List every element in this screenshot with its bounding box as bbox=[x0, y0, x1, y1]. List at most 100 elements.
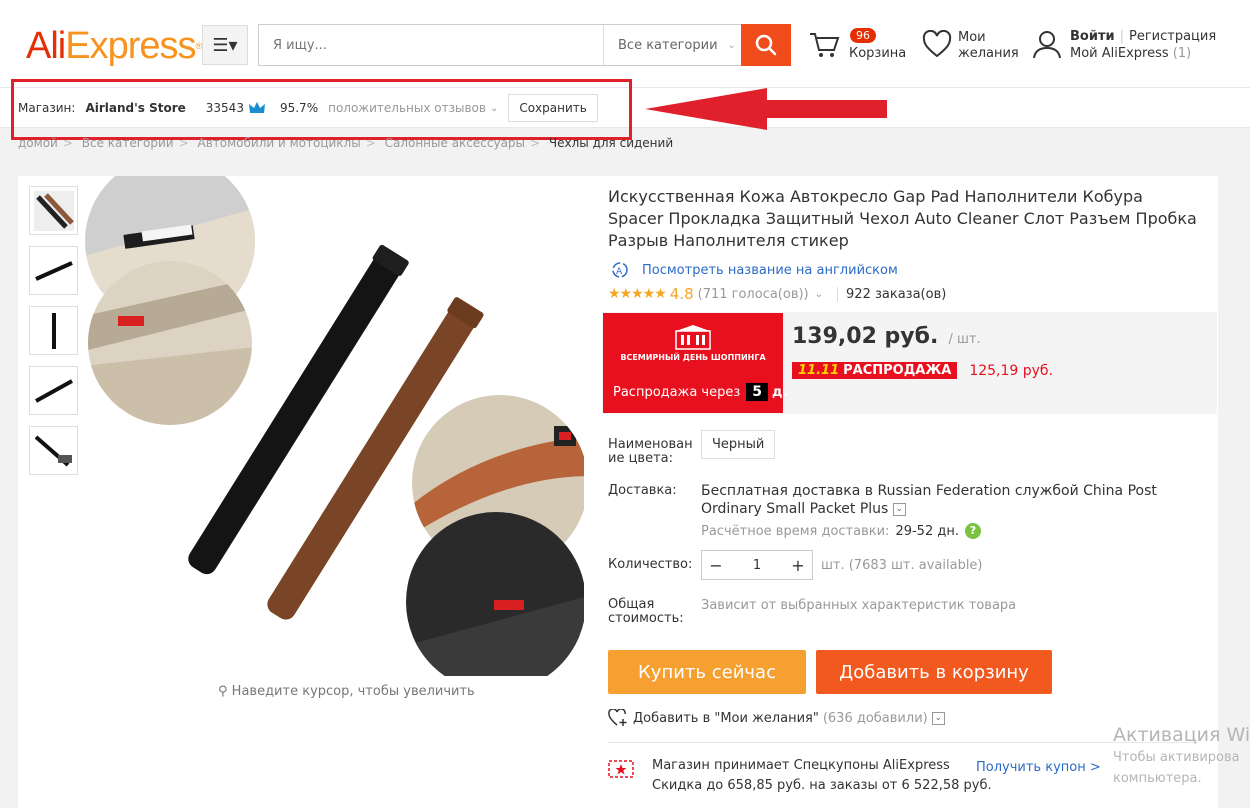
windows-activation-watermark: Активация Wi Чтобы активирова компьютера… bbox=[1113, 724, 1250, 788]
product-title: Искусственная Кожа Автокресло Gap Pad На… bbox=[608, 187, 1197, 250]
my-account-link[interactable]: Мой AliExpress bbox=[1070, 46, 1169, 61]
add-wishlist-text: Добавить в "Мои желания" bbox=[633, 710, 819, 726]
promo-countdown: Распродажа через 5 д. bbox=[613, 383, 787, 401]
rating-row: ★★★★★ 4.8 (711 голоса(ов)) ⌄ 922 заказа(… bbox=[608, 285, 946, 303]
register-link[interactable]: Регистрация bbox=[1129, 29, 1216, 44]
translate-icon: A bbox=[612, 262, 628, 278]
sale-price-row: 11.11 РАСПРОДАЖА 125,19 руб. bbox=[792, 362, 1053, 379]
watermark-line-2: Чтобы активирова bbox=[1113, 750, 1240, 765]
chevron-down-icon: ⌄ bbox=[814, 288, 824, 300]
product-gallery: ⚲ Наведите курсор, чтобы увеличить bbox=[18, 176, 588, 808]
aliexpress-logo[interactable]: AliExpress® bbox=[26, 24, 202, 68]
my-account-count: (1) bbox=[1172, 46, 1192, 61]
minus-icon[interactable]: − bbox=[702, 556, 730, 575]
breadcrumb-home[interactable]: домой bbox=[18, 136, 58, 150]
cart-icon bbox=[810, 33, 840, 57]
heart-plus-icon bbox=[608, 709, 627, 726]
cart-link[interactable]: 96 Корзина bbox=[808, 26, 908, 66]
quantity-input[interactable]: 1 bbox=[730, 558, 784, 573]
countdown-unit: д. bbox=[772, 384, 788, 400]
wishlist-label: Мои желания bbox=[958, 30, 1019, 61]
shipping-via: службой bbox=[1014, 483, 1079, 499]
gallery-thumbnail[interactable] bbox=[29, 366, 78, 415]
rating-score: 4.8 bbox=[669, 285, 694, 303]
shipping-country[interactable]: Russian Federation bbox=[877, 483, 1010, 499]
add-to-cart-button[interactable]: Добавить в корзину bbox=[816, 650, 1052, 694]
category-menu-button[interactable]: ☰▾ bbox=[202, 25, 248, 65]
total-label: Общая стоимость: bbox=[608, 597, 684, 626]
translate-title-link[interactable]: A Посмотреть название на английском bbox=[608, 261, 898, 279]
cart-count-badge: 96 bbox=[850, 28, 876, 43]
eleven-eleven-logo bbox=[675, 325, 711, 350]
countdown-label: Распродажа через bbox=[613, 384, 741, 400]
wishlist-count: (636 добавили) bbox=[822, 710, 928, 726]
category-select-value: Все категории bbox=[618, 37, 718, 53]
price-per-unit: / шт. bbox=[948, 332, 981, 347]
product-info-panel: Искусственная Кожа Автокресло Gap Pad На… bbox=[588, 176, 1218, 808]
shipping-label: Доставка: bbox=[608, 483, 677, 498]
gallery-thumbnail[interactable] bbox=[29, 186, 78, 235]
quantity-stepper: − 1 + bbox=[701, 550, 813, 580]
orders-count: 922 заказа(ов) bbox=[837, 286, 946, 302]
star-rating: ★★★★★ bbox=[608, 286, 667, 302]
annotation-arrow bbox=[645, 88, 887, 130]
sale-price: 125,19 руб. bbox=[969, 362, 1054, 379]
help-icon[interactable]: ? bbox=[964, 523, 981, 539]
shipping-info: Бесплатная доставка в Russian Federation… bbox=[701, 482, 1201, 518]
gallery-thumbnail[interactable] bbox=[29, 306, 78, 355]
gallery-thumbnail[interactable] bbox=[29, 246, 78, 295]
coupon-title: Магазин принимает Спецкупоны AliExpress bbox=[652, 758, 950, 773]
translate-link-text: Посмотреть название на английском bbox=[642, 262, 898, 278]
get-coupon-link[interactable]: Получить купон > bbox=[976, 760, 1101, 775]
login-link[interactable]: Войти bbox=[1070, 29, 1115, 44]
svg-text:A: A bbox=[616, 267, 623, 277]
cart-label: Корзина bbox=[849, 46, 907, 61]
breadcrumb: домой > Все категории > Автомобили и мотоц… bbox=[18, 136, 674, 150]
divider bbox=[608, 742, 1198, 743]
chevron-down-icon[interactable]: ⌄ bbox=[931, 711, 945, 725]
wishlist-link[interactable]: Мои желания bbox=[922, 29, 1019, 62]
delivery-estimate: Расчётное время доставки: 29-52 дн. ? bbox=[701, 523, 981, 539]
countdown-value: 5 bbox=[746, 383, 769, 401]
rating-votes-link[interactable]: (711 голоса(ов)) bbox=[698, 287, 809, 302]
color-label: Наименован ие цвета: bbox=[608, 437, 693, 466]
quantity-label: Количество: bbox=[608, 557, 693, 572]
coupon-icon bbox=[608, 760, 634, 778]
breadcrumb-auto[interactable]: Автомобили и мотоциклы bbox=[198, 136, 361, 150]
search-input[interactable] bbox=[259, 25, 603, 65]
zoom-hint-text: Наведите курсор, чтобы увеличить bbox=[231, 684, 475, 699]
breadcrumb-interior[interactable]: Салонные аксессуары bbox=[385, 136, 525, 150]
main-price: 139,02 руб. bbox=[792, 324, 939, 349]
gallery-thumbnail[interactable] bbox=[29, 426, 78, 475]
search-icon bbox=[755, 34, 777, 56]
watermark-line-3: компьютера. bbox=[1113, 771, 1202, 786]
search-button[interactable] bbox=[741, 24, 791, 66]
sale-tag-text: РАСПРОДАЖА bbox=[843, 363, 952, 378]
shipping-dropdown-icon[interactable]: ⌄ bbox=[892, 502, 906, 516]
color-option-black[interactable]: Черный bbox=[701, 430, 776, 459]
watermark-line-1: Активация Wi bbox=[1113, 724, 1250, 746]
account-area: Войти | Регистрация Мой AliExpress (1) bbox=[1032, 29, 1216, 63]
annotation-highlight-box bbox=[11, 79, 632, 140]
site-header: AliExpress® ☰▾ Все категории ⌄ 96 Корзина… bbox=[0, 0, 1250, 88]
promo-banner[interactable]: ВСЕМИРНЫЙ ДЕНЬ ШОППИНГА Распродажа через… bbox=[603, 313, 787, 413]
price: 139,02 руб. / шт. bbox=[792, 324, 981, 349]
sale-tag: 11.11 РАСПРОДАЖА bbox=[792, 362, 958, 379]
heart-icon bbox=[922, 29, 952, 58]
magnifier-icon: ⚲ bbox=[218, 684, 228, 699]
breadcrumb-all-categories[interactable]: Все категории bbox=[82, 136, 174, 150]
user-icon bbox=[1033, 31, 1061, 59]
category-select[interactable]: Все категории ⌄ bbox=[603, 25, 741, 65]
breadcrumb-seat-covers: Чехлы для сидений bbox=[548, 136, 674, 150]
coupon-details: Скидка до 658,85 руб. на заказы от 6 522… bbox=[652, 778, 992, 793]
product-main-image[interactable] bbox=[84, 176, 584, 676]
zoom-hint: ⚲ Наведите курсор, чтобы увеличить bbox=[218, 684, 475, 699]
add-to-wishlist[interactable]: Добавить в "Мои желания" (636 добавили) … bbox=[608, 709, 945, 727]
buy-now-button[interactable]: Купить сейчас bbox=[608, 650, 806, 694]
promo-title: ВСЕМИРНЫЙ ДЕНЬ ШОППИНГА bbox=[620, 353, 766, 362]
eta-days: 29-52 дн. bbox=[895, 523, 959, 539]
eta-label: Расчётное время доставки: bbox=[701, 523, 890, 539]
plus-icon[interactable]: + bbox=[784, 556, 812, 575]
price-box: ВСЕМИРНЫЙ ДЕНЬ ШОППИНГА Распродажа через… bbox=[602, 312, 1217, 414]
available-stock: шт. (7683 шт. available) bbox=[821, 558, 983, 573]
